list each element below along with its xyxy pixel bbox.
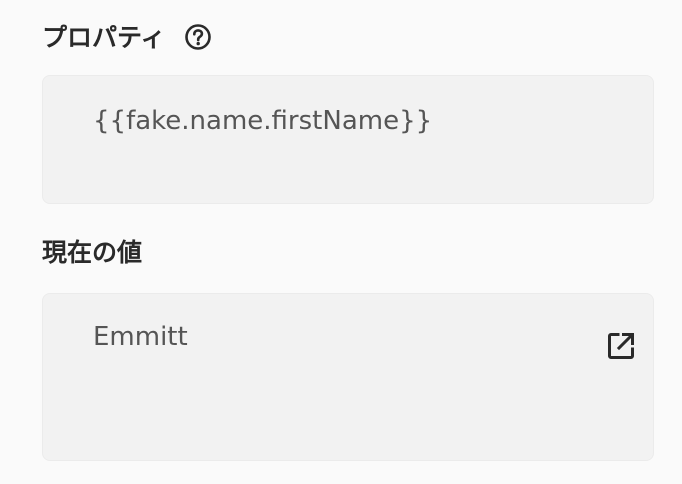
current-value-section-label: 現在の値	[42, 240, 142, 265]
open-in-new-icon[interactable]	[605, 330, 637, 362]
current-value-label: 現在の値	[42, 238, 143, 267]
property-field[interactable]: {{fake.name.firstName}}	[42, 75, 654, 204]
property-section-label: プロパティ	[42, 23, 212, 51]
current-value-field: Emmitt	[42, 293, 654, 461]
current-value-text: Emmitt	[93, 322, 188, 352]
property-label: プロパティ	[42, 22, 166, 52]
property-value-text: {{fake.name.firstName}}	[93, 106, 433, 136]
question-circle-icon[interactable]	[184, 23, 212, 51]
